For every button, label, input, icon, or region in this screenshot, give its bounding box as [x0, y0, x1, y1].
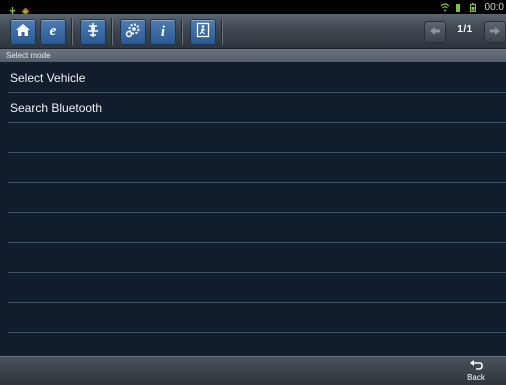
vehicle-diagnosis-icon: [85, 22, 101, 43]
arrow-right-icon: [489, 23, 501, 41]
exit-icon: [195, 22, 211, 43]
vehicle-diagnosis-button[interactable]: [80, 19, 106, 45]
home-button[interactable]: [10, 19, 36, 45]
mode-list: Select Vehicle Search Bluetooth: [0, 63, 506, 363]
toolbar-divider: [71, 18, 73, 45]
list-item-select-vehicle[interactable]: Select Vehicle: [8, 63, 506, 93]
settings-button[interactable]: [120, 19, 146, 45]
browser-icon: e: [45, 22, 61, 43]
toolbar-divider: [181, 18, 183, 45]
list-item: [8, 213, 506, 243]
arrow-left-icon: [429, 23, 441, 41]
toolbar: e i 1/1: [0, 14, 506, 49]
list-item: [8, 243, 506, 273]
battery-icon: [469, 2, 479, 12]
status-time: 00:0: [484, 1, 504, 13]
info-button[interactable]: i: [150, 19, 176, 45]
back-arrow-icon: [469, 359, 483, 373]
previous-page-button[interactable]: [424, 21, 446, 43]
next-page-button[interactable]: [484, 21, 506, 43]
signal-icon: [455, 3, 464, 12]
toolbar-divider: [221, 18, 223, 45]
svg-text:i: i: [161, 24, 166, 38]
list-item: [8, 273, 506, 303]
diagnostic-app-icon: [21, 3, 30, 15]
info-icon: i: [155, 22, 171, 43]
list-item-search-bluetooth[interactable]: Search Bluetooth: [8, 93, 506, 123]
page-indicator: 1/1: [457, 24, 473, 35]
usb-icon: [8, 3, 17, 15]
exit-button[interactable]: [190, 19, 216, 45]
section-header: Select mode: [0, 49, 506, 62]
settings-icon: [125, 22, 141, 43]
status-bar: 00:0: [0, 0, 506, 15]
back-button[interactable]: Back: [462, 359, 490, 383]
home-icon: [15, 22, 31, 43]
toolbar-divider: [111, 18, 113, 45]
svg-text:e: e: [50, 23, 57, 38]
list-item: [8, 153, 506, 183]
list-item: [8, 183, 506, 213]
list-item: [8, 303, 506, 333]
back-label: Back: [467, 373, 485, 382]
wifi-icon: [440, 2, 449, 12]
list-item: [8, 123, 506, 153]
bottom-bar: Back: [0, 356, 506, 385]
browser-button[interactable]: e: [40, 19, 66, 45]
